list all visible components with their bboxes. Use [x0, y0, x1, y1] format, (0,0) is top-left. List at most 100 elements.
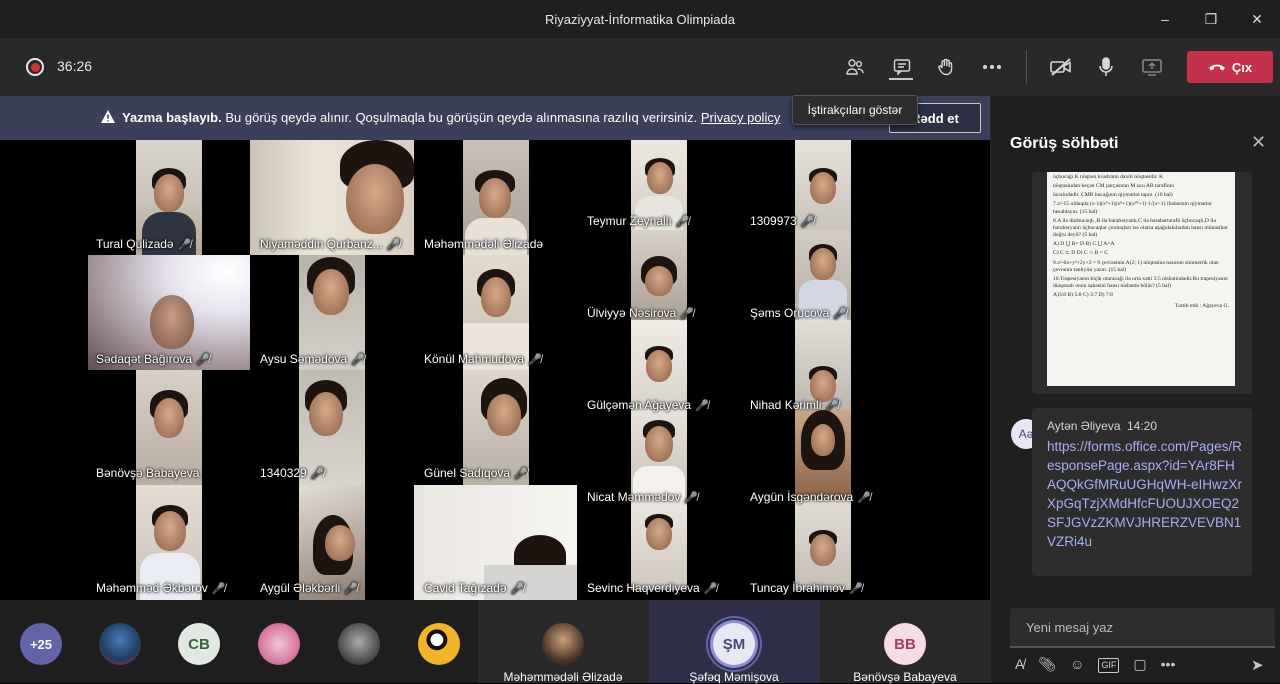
participant-label: Könül Mahmudova 🎤̸ — [424, 348, 564, 368]
compose-placeholder: Yeni mesaj yaz — [1026, 620, 1113, 635]
title-bar: Riyaziyyat-İnformatika Olimpiada – ❐ ✕ — [0, 0, 1280, 38]
warning-icon — [101, 110, 115, 123]
doc-line: A)3:8 B) 5:8 C) 3:7 D) 7:8 — [1053, 292, 1113, 299]
participant-name: Tuncay İbrahimov — [750, 581, 845, 595]
participant-name: Məhəmmədəli Əlizadə — [503, 670, 623, 684]
mic-off-icon: 🎤̸ — [510, 582, 525, 595]
format-icon[interactable]: A̸ — [1015, 656, 1024, 673]
participant-label: Bənövşə Babayeva — [96, 462, 236, 482]
gif-icon[interactable]: GIF — [1098, 658, 1120, 673]
participant-label: Tural Qulizadə 🎤̸ — [96, 233, 236, 253]
raise-hand-icon[interactable] — [933, 54, 959, 80]
message-time: 14:20 — [1127, 419, 1158, 433]
doc-line: 10.Trapesiyanın kiçik oturacağı ilə orta… — [1053, 275, 1228, 290]
microphone-icon[interactable] — [1093, 54, 1119, 80]
participant-name: Aygün İsgəndərova — [750, 490, 854, 504]
participant-name: Cavid Tağızadə — [424, 581, 507, 595]
shared-document-image: üçbucağı.K nöqtəsi kvadratın daxili nöqt… — [1047, 172, 1235, 386]
shared-image-card[interactable]: üçbucağı.K nöqtəsi kvadratın daxili nöqt… — [1032, 172, 1252, 394]
mic-off-icon: 🎤̸ — [514, 467, 528, 480]
participant-avatar[interactable] — [258, 623, 300, 665]
privacy-policy-link[interactable]: Privacy policy — [701, 110, 780, 125]
maximize-button[interactable]: ❐ — [1188, 0, 1234, 38]
mic-off-icon: 🎤̸ — [211, 582, 226, 595]
mic-off-icon: 🎤̸ — [196, 353, 210, 366]
participant-name: Nicat Məmmədov — [587, 490, 681, 504]
doc-line: üzərindədir. CMB bucağının qiymətini tap… — [1053, 192, 1173, 199]
participant-avatar[interactable] — [418, 623, 460, 665]
hang-up-icon — [1208, 64, 1225, 71]
mic-off-icon: 🎤̸ — [703, 582, 718, 595]
sticker-icon[interactable]: ▢ — [1133, 656, 1146, 673]
participant-label: Cavid Tağızadə 🎤̸ — [424, 577, 544, 597]
attach-icon[interactable]: 📎︎ — [1038, 656, 1056, 673]
participant-name: Sevinc Haqverdiyeva — [587, 581, 700, 595]
emoji-icon[interactable]: ☺ — [1070, 656, 1084, 673]
participant-name: Teymur Zeynallı — [587, 214, 672, 228]
share-screen-icon[interactable] — [1139, 54, 1165, 80]
leave-button[interactable]: Çıx — [1187, 51, 1273, 83]
mic-off-icon: 🎤̸ — [695, 399, 709, 412]
banner-text: Yazma başlayıb. Bu görüş qeydə alınır. Q… — [122, 110, 780, 125]
participant-label: Məhəmməd Əkbərov 🎤̸ — [96, 577, 246, 597]
participant-name: 1309973 — [750, 214, 797, 228]
participant-label: Niyaməddin Qurbanz... 🎤̸ — [260, 233, 420, 253]
doc-line: Tərtib etdi : Ağayeva G. — [1174, 303, 1229, 310]
mic-off-icon: 🎤̸ — [310, 467, 325, 480]
meeting-timer: 36:26 — [57, 58, 93, 74]
mic-off-icon: 🎤̸ — [833, 307, 848, 320]
mic-off-icon: 🎤̸ — [857, 491, 871, 504]
doc-line: 8.A ilə düzbucaqlı ,B ilə bərabəryanlı,C… — [1053, 217, 1228, 239]
participant-name: Aysu Səmədova — [260, 352, 348, 366]
participant-name: Ülviyyə Nəsirova — [587, 306, 677, 320]
participant-avatar[interactable]: CB — [178, 623, 220, 665]
overflow-participants-button[interactable]: +25 — [20, 623, 62, 665]
doc-line: üçbucağı.K nöqtəsi kvadratın daxili nöqt… — [1053, 174, 1164, 180]
featured-participant-speaking[interactable]: ŞM Şəfəq Məmişova — [649, 600, 820, 684]
participant-name: Nihad Kərimli — [750, 398, 822, 412]
participant-label: 1309973 🎤̸ — [750, 210, 850, 230]
featured-participant[interactable]: Məhəmmədəli Əlizadə — [478, 600, 649, 684]
chat-message: Aytən Əliyeva 14:20 https://forms.office… — [1032, 408, 1252, 576]
camera-off-icon[interactable] — [1048, 54, 1074, 80]
minimize-button[interactable]: – — [1142, 0, 1188, 38]
doc-line: 7.x²-15 olduqda (x-1)(x⁹+1)(x⁸+1)(x¹⁰+1)… — [1053, 201, 1212, 215]
participant-label: Teymur Zeynallı 🎤̸ — [587, 210, 717, 230]
featured-participant[interactable]: BB Bənövşə Babayeva — [820, 600, 990, 684]
participant-name: Şəfəq Məmişova — [689, 670, 779, 684]
doc-line: 9.x²-6x+y²+2y+3 = 9 çevrəsinin A(2; 1) n… — [1053, 259, 1219, 273]
participant-avatar: BB — [884, 623, 926, 665]
window-controls: – ❐ ✕ — [1142, 0, 1280, 38]
participant-avatar[interactable] — [99, 623, 141, 665]
close-chat-icon[interactable]: ✕ — [1251, 132, 1266, 153]
participant-name: Niyaməddin Qurbanz... — [260, 237, 383, 251]
chat-icon[interactable] — [889, 54, 915, 80]
close-window-button[interactable]: ✕ — [1234, 0, 1280, 38]
more-compose-icon[interactable]: ••• — [1161, 656, 1176, 673]
banner-bold-text: Yazma başlayıb. — [122, 110, 222, 125]
mic-off-icon: 🎤̸ — [528, 353, 542, 366]
participant-label: Ülviyyə Nəsirova 🎤̸ — [587, 302, 717, 322]
participant-name: Şəms Orucova — [750, 306, 830, 320]
participant-name: Məhəmməd Əkbərov — [96, 581, 208, 595]
message-link[interactable]: https://forms.office.com/Pages/ResponseP… — [1047, 437, 1242, 551]
compose-box[interactable]: Yeni mesaj yaz — [1010, 608, 1275, 648]
mic-off-icon: 🎤̸ — [351, 353, 365, 366]
participant-avatar[interactable] — [338, 623, 380, 665]
participant-name: Tural Qulizadə — [96, 237, 174, 251]
participant-label: Aygül Ələkbərli 🎤̸ — [260, 577, 380, 597]
participant-label: Sevinc Haqverdiyeva 🎤̸ — [587, 577, 737, 597]
participant-name: Aygül Ələkbərli — [260, 581, 341, 595]
participant-name: 1340329 — [260, 466, 307, 480]
mic-off-icon: 🎤̸ — [800, 215, 815, 228]
participant-label: Şəms Orucova 🎤̸ — [750, 302, 880, 322]
video-grid: Tural Qulizadə 🎤̸ Niyaməddin Qurbanz... 🎤̸… — [0, 140, 990, 600]
toolbar-separator — [1026, 50, 1027, 84]
participants-icon[interactable] — [842, 54, 868, 80]
send-icon[interactable]: ➤ — [1251, 656, 1264, 674]
participant-label: 1340329 🎤̸ — [260, 462, 360, 482]
participant-label: Nicat Məmmədov 🎤̸ — [587, 486, 727, 506]
mic-off-icon: 🎤̸ — [825, 399, 840, 412]
more-options-icon[interactable] — [979, 54, 1005, 80]
participant-avatar — [542, 623, 584, 665]
